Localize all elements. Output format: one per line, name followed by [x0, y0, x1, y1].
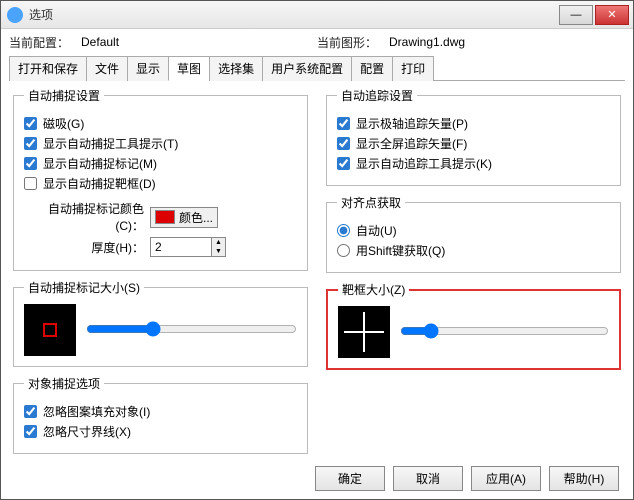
alignment-legend: 对齐点获取 [337, 194, 405, 211]
snap-aperture-checkbox[interactable] [24, 177, 37, 190]
autotrack-settings-group: 自动追踪设置 显示极轴追踪矢量(P) 显示全屏追踪矢量(F) 显示自动追踪工具提… [326, 87, 621, 186]
thickness-input[interactable] [151, 238, 211, 256]
ignore-hatch-checkbox[interactable] [24, 405, 37, 418]
target-preview [338, 306, 390, 358]
tab-6[interactable]: 配置 [351, 56, 393, 81]
ignore-hatch-label: 忽略图案填充对象(I) [43, 403, 150, 420]
marker-size-slider[interactable] [86, 321, 297, 337]
tab-3[interactable]: 草图 [168, 56, 210, 81]
ignore-dim-checkbox[interactable] [24, 425, 37, 438]
fullscreen-track-label: 显示全屏追踪矢量(F) [356, 135, 467, 152]
current-profile-label: 当前配置： [9, 34, 69, 51]
tab-1[interactable]: 文件 [86, 56, 128, 81]
app-icon [7, 7, 23, 23]
align-auto-label: 自动(U) [356, 222, 397, 239]
alignment-point-group: 对齐点获取 自动(U) 用Shift键获取(Q) [326, 194, 621, 273]
spinner-down[interactable]: ▼ [211, 247, 225, 256]
autosnap-settings-group: 自动捕捉设置 磁吸(G) 显示自动捕捉工具提示(T) 显示自动捕捉标记(M) 显… [13, 87, 308, 271]
target-size-slider[interactable] [400, 323, 609, 339]
magnet-label: 磁吸(G) [43, 115, 84, 132]
object-snap-options-group: 对象捕捉选项 忽略图案填充对象(I) 忽略尺寸界线(X) [13, 375, 308, 454]
minimize-button[interactable]: — [559, 5, 593, 25]
current-profile-value: Default [77, 33, 227, 51]
align-auto-radio[interactable] [337, 224, 350, 237]
apply-button[interactable]: 应用(A) [471, 466, 541, 491]
current-drawing-label: 当前图形： [317, 34, 377, 51]
tab-4[interactable]: 选择集 [209, 56, 263, 81]
marker-size-legend: 自动捕捉标记大小(S) [24, 279, 144, 296]
ok-button[interactable]: 确定 [315, 466, 385, 491]
tab-strip: 打开和保存文件显示草图选择集用户系统配置配置打印 [9, 55, 625, 81]
marker-size-group: 自动捕捉标记大小(S) [13, 279, 308, 367]
tab-2[interactable]: 显示 [127, 56, 169, 81]
options-dialog: 选项 — ✕ 当前配置： Default 当前图形： Drawing1.dwg … [0, 0, 634, 500]
polar-checkbox[interactable] [337, 117, 350, 130]
snap-tooltip-label: 显示自动捕捉工具提示(T) [43, 135, 178, 152]
snap-marker-checkbox[interactable] [24, 157, 37, 170]
window-title: 选项 [29, 6, 559, 23]
marker-preview [24, 304, 76, 356]
snap-aperture-label: 显示自动捕捉靶框(D) [43, 175, 156, 192]
help-button[interactable]: 帮助(H) [549, 466, 619, 491]
marker-color-button[interactable]: 颜色... [150, 207, 218, 228]
align-shift-radio[interactable] [337, 244, 350, 257]
autosnap-legend: 自动捕捉设置 [24, 87, 104, 104]
header-row: 当前配置： Default 当前图形： Drawing1.dwg [1, 29, 633, 53]
object-snap-legend: 对象捕捉选项 [24, 375, 104, 392]
spinner-up[interactable]: ▲ [211, 238, 225, 247]
color-swatch [155, 210, 175, 224]
ignore-dim-label: 忽略尺寸界线(X) [43, 423, 131, 440]
snap-marker-label: 显示自动捕捉标记(M) [43, 155, 157, 172]
fullscreen-track-checkbox[interactable] [337, 137, 350, 150]
tab-7[interactable]: 打印 [392, 56, 434, 81]
track-tooltip-label: 显示自动追踪工具提示(K) [356, 155, 492, 172]
cancel-button[interactable]: 取消 [393, 466, 463, 491]
tab-0[interactable]: 打开和保存 [9, 56, 87, 81]
thickness-spinner[interactable]: ▲▼ [150, 237, 226, 257]
track-tooltip-checkbox[interactable] [337, 157, 350, 170]
align-shift-label: 用Shift键获取(Q) [356, 242, 445, 259]
tab-5[interactable]: 用户系统配置 [262, 56, 352, 81]
titlebar: 选项 — ✕ [1, 1, 633, 29]
autotrack-legend: 自动追踪设置 [337, 87, 417, 104]
target-size-legend: 靶框大小(Z) [338, 281, 409, 298]
window-controls: — ✕ [559, 5, 629, 25]
snap-tooltip-checkbox[interactable] [24, 137, 37, 150]
tab-content: 自动捕捉设置 磁吸(G) 显示自动捕捉工具提示(T) 显示自动捕捉标记(M) 显… [1, 81, 633, 458]
polar-label: 显示极轴追踪矢量(P) [356, 115, 468, 132]
target-size-group: 靶框大小(Z) [326, 281, 621, 370]
magnet-checkbox[interactable] [24, 117, 37, 130]
thickness-label: 厚度(H)： [24, 239, 144, 256]
dialog-footer: 确定 取消 应用(A) 帮助(H) [1, 458, 633, 499]
marker-color-label: 自动捕捉标记颜色(C)： [24, 200, 144, 234]
close-button[interactable]: ✕ [595, 5, 629, 25]
current-drawing-value: Drawing1.dwg [385, 33, 535, 51]
